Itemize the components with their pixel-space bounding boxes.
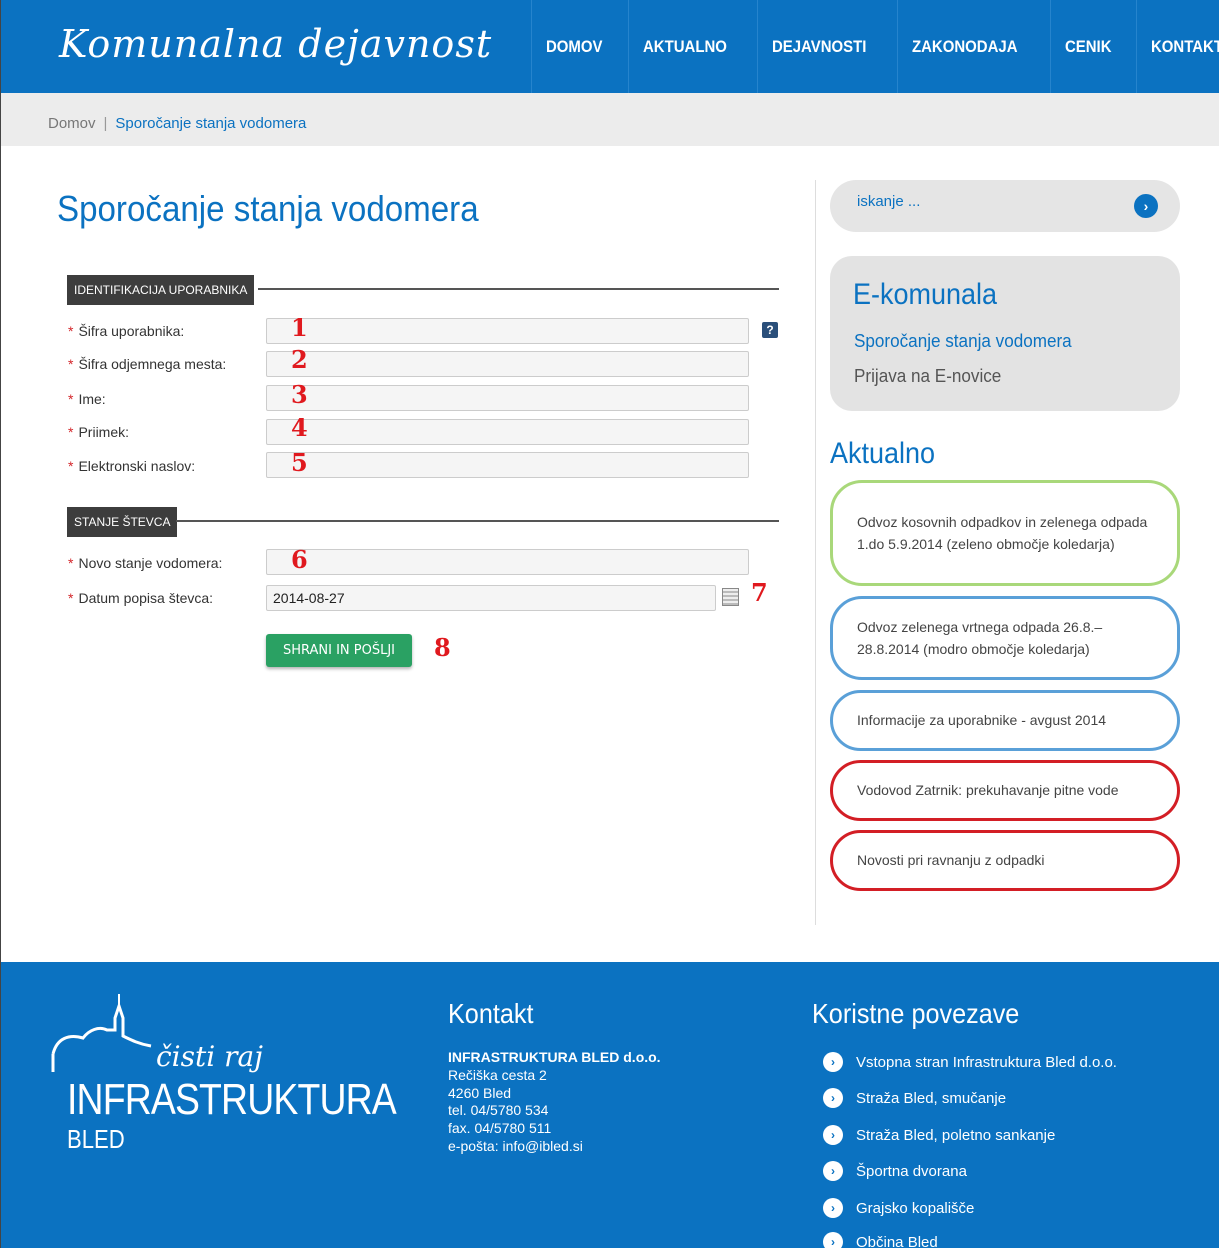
footer-link[interactable]: › Športna dvorana bbox=[823, 1161, 967, 1181]
news-item[interactable]: Vodovod Zatrnik: prekuhavanje pitne vode bbox=[830, 760, 1180, 821]
news-item[interactable]: Odvoz kosovnih odpadkov in zelenega odpa… bbox=[830, 480, 1180, 586]
address-street: Rečiška cesta 2 bbox=[448, 1066, 547, 1083]
marker-5: 5 bbox=[291, 448, 308, 477]
required-marker: * bbox=[68, 323, 74, 339]
email-link[interactable]: e-pošta: info@ibled.si bbox=[448, 1138, 661, 1156]
fax: fax. 04/5780 511 bbox=[448, 1120, 552, 1137]
label-sifra-odjemnega-mesta: * Šifra odjemnega mesta: bbox=[68, 356, 227, 372]
nav-domov[interactable]: DOMOV bbox=[531, 0, 617, 93]
news-item[interactable]: Odvoz zelenega vrtnega odpada 26.8.–28.8… bbox=[830, 596, 1180, 680]
label-datum-popisa: * Datum popisa števca: bbox=[68, 590, 214, 606]
label-sifra-uporabnika: * Šifra uporabnika: bbox=[68, 323, 185, 339]
breadcrumb-current[interactable]: Sporočanje stanja vodomera bbox=[115, 115, 306, 132]
label-novo-stanje: * Novo stanje vodomera: bbox=[68, 555, 223, 571]
footer-link[interactable]: › Vstopna stran Infrastruktura Bled d.o.o… bbox=[823, 1052, 1117, 1072]
label-ime: * Ime: bbox=[68, 391, 106, 407]
section-stanje-stevca: STANJE ŠTEVCA bbox=[67, 507, 178, 537]
marker-8: 8 bbox=[434, 633, 451, 662]
breadcrumb-separator: | bbox=[103, 115, 108, 132]
news-item[interactable]: Informacije za uporabnike - avgust 2014 bbox=[830, 690, 1180, 751]
chevron-right-icon: › bbox=[823, 1198, 843, 1218]
footer-logo-sub: BLED bbox=[67, 1124, 125, 1154]
priimek-input[interactable] bbox=[266, 419, 749, 445]
phone: tel. 04/5780 534 bbox=[448, 1102, 549, 1119]
sifra-odjemnega-mesta-input[interactable] bbox=[266, 351, 749, 377]
marker-3: 3 bbox=[291, 380, 308, 409]
footer-logo-main: INFRASTRUKTURA bbox=[67, 1075, 397, 1124]
footer-links-title: Koristne povezave bbox=[812, 998, 1020, 1029]
label-elektronski-naslov: * Elektronski naslov: bbox=[68, 458, 196, 474]
section-divider bbox=[258, 288, 779, 290]
news-item[interactable]: Novosti pri ravnanju z odpadki bbox=[830, 830, 1180, 891]
ekomunala-box: E-komunala Sporočanje stanja vodomera Pr… bbox=[830, 256, 1180, 411]
ime-input[interactable] bbox=[266, 385, 749, 411]
chevron-right-icon: › bbox=[823, 1232, 843, 1248]
footer: čisti raj INFRASTRUKTURA BLED Kontakt IN… bbox=[1, 962, 1219, 1248]
marker-4: 4 bbox=[291, 413, 308, 442]
marker-6: 6 bbox=[291, 545, 308, 574]
aktualno-title: Aktualno bbox=[830, 437, 936, 470]
breadcrumb: Domov | Sporočanje stanja vodomera bbox=[48, 115, 306, 132]
address-city: 4260 Bled bbox=[448, 1084, 512, 1101]
datum-popisa-input[interactable] bbox=[266, 585, 716, 611]
breadcrumb-home[interactable]: Domov bbox=[48, 115, 96, 132]
company-name: INFRASTRUKTURA BLED d.o.o. bbox=[448, 1049, 661, 1065]
nav-cenik[interactable]: CENIK bbox=[1049, 0, 1126, 93]
search-box[interactable]: iskanje ... › bbox=[830, 180, 1180, 232]
ekomunala-link-enovice[interactable]: Prijava na E-novice bbox=[854, 366, 1001, 387]
page-title: Sporočanje stanja vodomera bbox=[57, 188, 479, 229]
footer-kontakt-title: Kontakt bbox=[448, 998, 534, 1029]
marker-7: 7 bbox=[751, 578, 768, 607]
chevron-right-icon: › bbox=[823, 1052, 843, 1072]
help-icon[interactable]: ? bbox=[762, 322, 778, 338]
main-nav: DOMOV AKTUALNO DEJAVNOSTI ZAKONODAJA CEN… bbox=[531, 0, 1219, 93]
chevron-right-icon: › bbox=[823, 1161, 843, 1181]
nav-zakonodaja[interactable]: ZAKONODAJA bbox=[897, 0, 1032, 93]
header: Komunalna dejavnost DOMOV AKTUALNO DEJAV… bbox=[1, 0, 1219, 93]
ekomunala-title: E-komunala bbox=[853, 278, 998, 311]
breadcrumb-bar: Domov | Sporočanje stanja vodomera bbox=[1, 93, 1219, 146]
footer-link[interactable]: › Občina Bled bbox=[823, 1232, 938, 1248]
footer-logo-script: čisti raj bbox=[156, 1040, 263, 1073]
marker-1: 1 bbox=[291, 313, 308, 342]
marker-2: 2 bbox=[291, 345, 308, 374]
section-divider bbox=[176, 520, 779, 522]
label-priimek: * Priimek: bbox=[68, 424, 130, 440]
search-input[interactable]: iskanje ... bbox=[857, 193, 920, 210]
footer-link[interactable]: › Grajsko kopališče bbox=[823, 1198, 974, 1218]
novo-stanje-input[interactable] bbox=[266, 549, 749, 575]
sidebar-divider bbox=[815, 180, 816, 925]
site-logo[interactable]: Komunalna dejavnost bbox=[59, 22, 492, 66]
sifra-uporabnika-input[interactable] bbox=[266, 318, 749, 344]
email-field[interactable] bbox=[266, 452, 749, 478]
submit-button[interactable]: SHRANI IN POŠLJI bbox=[266, 634, 412, 667]
ekomunala-link-vodomer[interactable]: Sporočanje stanja vodomera bbox=[854, 331, 1072, 352]
footer-link[interactable]: › Straža Bled, poletno sankanje bbox=[823, 1125, 1055, 1145]
search-submit-icon[interactable]: › bbox=[1134, 194, 1158, 218]
nav-dejavnosti[interactable]: DEJAVNOSTI bbox=[756, 0, 881, 93]
chevron-right-icon: › bbox=[823, 1088, 843, 1108]
footer-contact-block: INFRASTRUKTURA BLED d.o.o. Rečiška cesta… bbox=[448, 1049, 661, 1156]
section-identifikacija: IDENTIFIKACIJA UPORABNIKA bbox=[67, 275, 255, 305]
chevron-right-icon: › bbox=[823, 1125, 843, 1145]
footer-link[interactable]: › Straža Bled, smučanje bbox=[823, 1088, 1006, 1108]
nav-kontakt[interactable]: KONTAKT bbox=[1135, 0, 1219, 93]
calendar-icon[interactable] bbox=[722, 588, 739, 606]
nav-aktualno[interactable]: AKTUALNO bbox=[628, 0, 741, 93]
